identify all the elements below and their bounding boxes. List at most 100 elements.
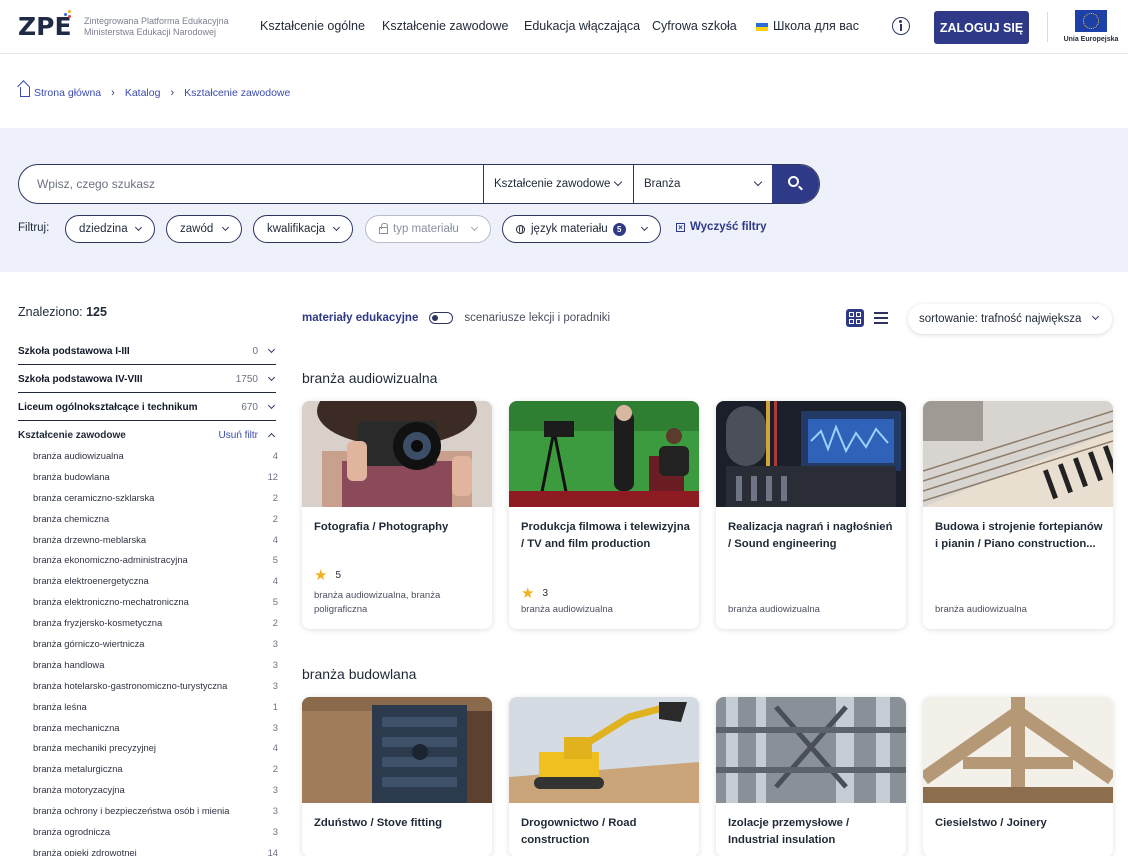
sidebar-section-primary-4-8[interactable]: Szkoła podstawowa IV-VIII 1750 (18, 371, 276, 393)
education-type-select[interactable]: Kształcenie zawodowe (483, 165, 633, 203)
card-rating: ★ 5 (314, 567, 342, 584)
material-card[interactable]: Zduństwo / Stove fitting (302, 697, 492, 856)
top-header: ZPE Zintegrowana Platforma Edukacyjna Mi… (0, 0, 1128, 54)
breadcrumb-current[interactable]: Kształcenie zawodowe (184, 87, 290, 99)
grid-view-icon[interactable] (846, 309, 864, 327)
search-button[interactable] (772, 165, 819, 203)
sidebar-industry-item[interactable]: branża mechaniczna 3 (33, 722, 278, 743)
list-view-icon[interactable] (874, 311, 888, 325)
results-count: Znaleziono: 125 (18, 305, 107, 319)
industry-select[interactable]: Branża (633, 165, 773, 203)
industry-count: 3 (272, 784, 278, 796)
nav-ukrainian-school[interactable]: Школа для вас (756, 19, 859, 33)
industry-count: 2 (272, 763, 278, 775)
nav-digital-school[interactable]: Cyfrowa szkoła (652, 19, 737, 33)
filter-profession[interactable]: zawód (166, 215, 242, 243)
filter-material-type[interactable]: typ materiału (365, 215, 491, 243)
sort-select[interactable]: sortowanie: trafność największa (908, 304, 1112, 334)
industry-count: 3 (272, 721, 278, 733)
nav-general-education[interactable]: Kształcenie ogólne (260, 19, 365, 33)
sidebar-industry-item[interactable]: branża hotelarsko-gastronomiczno-turysty… (33, 680, 278, 701)
ukraine-flag-icon (756, 23, 768, 31)
material-type-toggle[interactable]: materiały edukacyjne scenariusze lekcji … (302, 312, 610, 324)
industry-label: branża fryzjersko-kosmetyczna (33, 617, 163, 629)
sidebar-industry-item[interactable]: branża leśna 1 (33, 701, 278, 722)
industry-label: branża ochrony i bezpieczeństwa osób i m… (33, 805, 230, 817)
sidebar-industry-item[interactable]: branża chemiczna 2 (33, 513, 278, 534)
industry-count: 4 (272, 742, 278, 754)
industry-count: 2 (272, 512, 278, 524)
material-card[interactable]: Ciesielstwo / Joinery (923, 697, 1113, 856)
chevron-down-icon (134, 223, 143, 232)
nav-vocational-education[interactable]: Kształcenie zawodowe (382, 19, 508, 33)
logo-mark: ZPE (18, 10, 72, 41)
sidebar-industry-list: branża audiowizualna 4 branża budowlana 12 b… (33, 450, 278, 856)
chevron-down-icon (221, 223, 230, 232)
card-title: Izolacje przemysłowe / Industrial insula… (728, 817, 850, 846)
filter-domain[interactable]: dziedzina (65, 215, 155, 243)
card-thumbnail (302, 401, 492, 507)
sidebar-industry-item[interactable]: branża ekonomiczno-administracyjna 5 (33, 554, 278, 575)
breadcrumb-home[interactable]: Strona główna (20, 86, 101, 99)
industry-count: 3 (272, 658, 278, 670)
filter-material-language[interactable]: język materiału 5 (502, 215, 661, 243)
sidebar-industry-item[interactable]: branża budowlana 12 (33, 471, 278, 492)
star-icon: ★ (521, 585, 535, 602)
material-card[interactable]: Drogownictwo / Road construction (509, 697, 699, 856)
card-title: Realizacja nagrań i nagłośnień / Sound e… (728, 521, 893, 550)
material-card[interactable]: Budowa i strojenie fortepianów i pianin … (923, 401, 1113, 629)
sidebar-industry-item[interactable]: branża audiowizualna 4 (33, 450, 278, 471)
industry-count: 5 (272, 596, 278, 608)
chevron-down-icon (470, 223, 479, 232)
industry-label: branża opieki zdrowotnej (33, 846, 137, 856)
sidebar-section-vocational[interactable]: Kształcenie zawodowe Usuń filtr (18, 430, 276, 441)
card-category: branża audiowizualna (728, 604, 820, 615)
nav-inclusive-education[interactable]: Edukacja włączająca (524, 19, 640, 33)
login-button[interactable]: ZALOGUJ SIĘ (934, 11, 1029, 44)
industry-label: branża budowlana (33, 470, 110, 482)
clear-filters-button[interactable]: × Wyczyść filtry (676, 221, 767, 233)
material-card[interactable]: Fotografia / Photography ★ 5 branża audio… (302, 401, 492, 629)
card-title: Ciesielstwo / Joinery (935, 817, 1047, 829)
breadcrumb-separator-icon: › (170, 86, 175, 99)
sidebar-industry-item[interactable]: branża ceramiczno-szklarska 2 (33, 492, 278, 513)
industry-count: 4 (272, 533, 278, 545)
breadcrumb-catalog[interactable]: Katalog (125, 87, 161, 99)
section-title-audiovisual: branża audiowizualna (302, 370, 438, 386)
globe-icon (516, 224, 525, 234)
sidebar-industry-item[interactable]: branża elektroniczno-mechatroniczna 5 (33, 596, 278, 617)
zpe-logo[interactable]: ZPE Zintegrowana Platforma Edukacyjna Mi… (18, 10, 229, 42)
toggle-switch[interactable] (429, 312, 454, 324)
card-thumbnail (302, 697, 492, 803)
card-thumbnail (923, 697, 1113, 803)
sidebar-industry-item[interactable]: branża ogrodnicza 3 (33, 826, 278, 847)
industry-count: 3 (272, 679, 278, 691)
sidebar-section-high-school[interactable]: Liceum ogólnokształcące i technikum 670 (18, 399, 276, 421)
chevron-up-icon (267, 432, 276, 441)
accessibility-icon[interactable] (892, 17, 910, 35)
sidebar-industry-item[interactable]: branża metalurgiczna 2 (33, 763, 278, 784)
card-thumbnail (509, 401, 699, 507)
sidebar-industry-item[interactable]: branża elektroenergetyczna 4 (33, 575, 278, 596)
material-card[interactable]: Realizacja nagrań i nagłośnień / Sound e… (716, 401, 906, 629)
sidebar-industry-item[interactable]: branża handlowa 3 (33, 659, 278, 680)
industry-count: 5 (272, 554, 278, 566)
sidebar-section-primary-1-3[interactable]: Szkoła podstawowa I-III 0 (18, 343, 276, 365)
sidebar-industry-item[interactable]: branża opieki zdrowotnej 14 (33, 847, 278, 856)
card-category: branża audiowizualna, branża poligraficz… (314, 590, 441, 615)
sidebar-industry-item[interactable]: branża motoryzacyjna 3 (33, 784, 278, 805)
sidebar-industry-item[interactable]: branża ochrony i bezpieczeństwa osób i m… (33, 805, 278, 826)
search-input[interactable] (19, 165, 483, 203)
industry-count: 3 (272, 638, 278, 650)
sidebar-industry-item[interactable]: branża fryzjersko-kosmetyczna 2 (33, 617, 278, 638)
sidebar-industry-item[interactable]: branża górniczo-wiertnicza 3 (33, 638, 278, 659)
material-card[interactable]: Produkcja filmowa i telewizyjna / TV and… (509, 401, 699, 629)
industry-label: branża chemiczna (33, 512, 110, 524)
chevron-down-icon (332, 223, 341, 232)
material-card[interactable]: Izolacje przemysłowe / Industrial insula… (716, 697, 906, 856)
industry-label: branża ekonomiczno-administracyjna (33, 554, 188, 566)
sidebar-industry-item[interactable]: branża mechaniki precyzyjnej 4 (33, 742, 278, 763)
filter-qualification[interactable]: kwalifikacja (253, 215, 353, 243)
sidebar-industry-item[interactable]: branża drzewno-meblarska 4 (33, 534, 278, 555)
remove-filter-link[interactable]: Usuń filtr (219, 430, 258, 441)
